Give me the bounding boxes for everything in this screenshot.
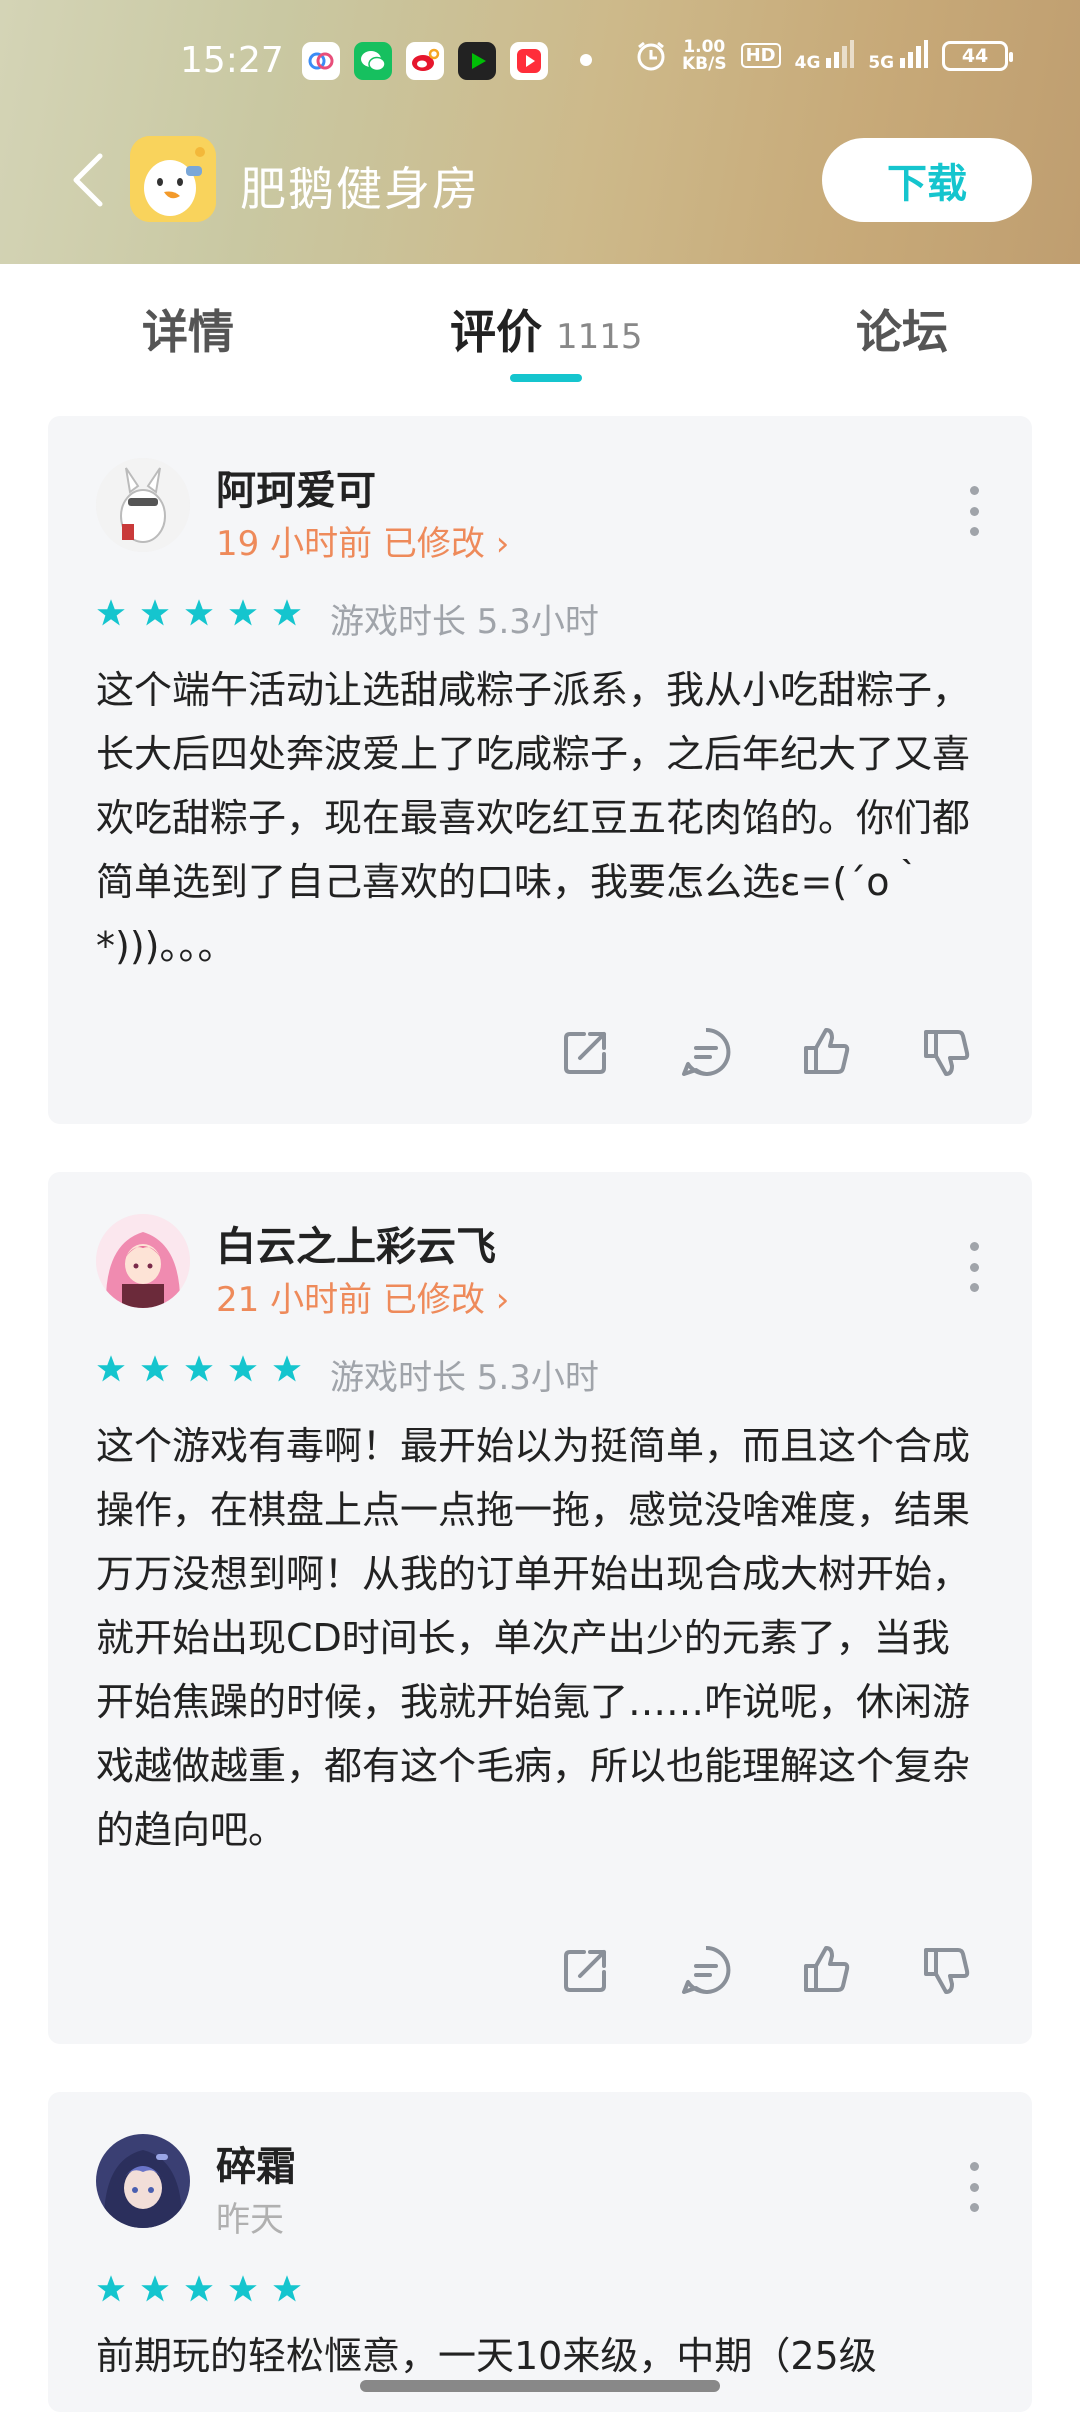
download-button[interactable]: 下载 — [822, 138, 1032, 222]
review-actions — [558, 1942, 974, 1998]
signal-4g: 4G — [795, 38, 855, 73]
review-username[interactable]: 白云之上彩云飞 — [216, 1214, 496, 1272]
tab-reviews-label: 评价 — [450, 305, 542, 359]
avatar[interactable] — [96, 458, 190, 552]
net4g-label: 4G — [794, 53, 821, 73]
review-card: 碎霜 昨天 前期玩的轻松惬意，一天10来级，中期（25级 — [48, 2092, 1032, 2412]
review-card: 阿珂爱可 19 小时前 已修改 › 游戏时长 5.3小时 这个端午活动让选甜咸粽… — [48, 416, 1032, 1124]
star-icon — [273, 599, 301, 626]
review-meta[interactable]: 19 小时前 已修改 › — [216, 516, 509, 565]
back-arrow-icon[interactable] — [64, 150, 112, 210]
wechat-icon — [354, 42, 392, 80]
speed-value: 1.00 — [683, 36, 726, 57]
review-time: 昨天 — [216, 2200, 284, 2240]
more-options-icon[interactable] — [968, 2162, 980, 2212]
more-notifications-dot — [580, 54, 592, 66]
star-icon — [97, 1355, 125, 1382]
review-text[interactable]: 前期玩的轻松惬意，一天10来级，中期（25级 — [96, 2324, 986, 2388]
review-time: 21 小时前 — [216, 1280, 373, 1320]
tab-reviews[interactable]: 评价 1115 — [450, 296, 643, 362]
star-icon — [229, 1355, 257, 1382]
star-icon — [273, 1355, 301, 1382]
more-options-icon[interactable] — [968, 486, 980, 536]
video-app-icon — [510, 42, 548, 80]
star-icon — [185, 2275, 213, 2302]
edited-label: 已修改 — [382, 524, 485, 564]
network-speed: 1.00 KB/S — [682, 36, 727, 74]
star-icon — [185, 599, 213, 626]
star-icon — [141, 1355, 169, 1382]
signal-bars-icon — [900, 40, 929, 68]
review-text[interactable]: 这个游戏有毒啊！最开始以为挺简单，而且这个合成操作，在棋盘上点一点拖一拖，感觉没… — [96, 1414, 986, 1862]
avatar[interactable] — [96, 1214, 190, 1308]
notification-icons — [302, 42, 548, 80]
thumbs-up-icon[interactable] — [798, 1024, 854, 1080]
iqiyi-icon — [458, 42, 496, 80]
more-options-icon[interactable] — [968, 1242, 980, 1292]
review-count: 1115 — [556, 317, 643, 357]
share-icon[interactable] — [558, 1024, 614, 1080]
tab-details[interactable]: 详情 — [142, 296, 234, 362]
review-time: 19 小时前 — [216, 524, 373, 564]
review-username[interactable]: 碎霜 — [216, 2134, 296, 2192]
star-icon — [185, 1355, 213, 1382]
edited-label: 已修改 — [382, 1280, 485, 1320]
playtime: 游戏时长 5.3小时 — [330, 602, 599, 642]
avatar[interactable] — [96, 2134, 190, 2228]
status-bar: 15:27 1.00 KB/S HD 4G 5G 44 — [0, 0, 1080, 120]
comment-icon[interactable] — [678, 1024, 734, 1080]
chevron-right-icon: › — [495, 524, 510, 564]
rating-stars — [96, 2274, 302, 2304]
signal-bars-icon — [826, 40, 855, 68]
review-username[interactable]: 阿珂爱可 — [216, 458, 376, 516]
tab-bar: 详情 评价 1115 论坛 — [0, 264, 1080, 394]
star-icon — [97, 599, 125, 626]
battery-indicator: 44 — [942, 40, 1014, 71]
signal-5g: 5G — [868, 38, 929, 73]
app-icon-goose — [130, 136, 216, 222]
app-header: 15:27 1.00 KB/S HD 4G 5G 44 肥鹅健身房 下载 — [0, 0, 1080, 264]
app-title: 肥鹅健身房 — [240, 162, 480, 216]
net5g-label: 5G — [868, 53, 895, 73]
status-indicators: 1.00 KB/S HD 4G 5G 44 — [634, 36, 1014, 74]
hd-badge: HD — [740, 43, 781, 68]
star-icon — [229, 599, 257, 626]
review-actions — [558, 1024, 974, 1080]
review-text[interactable]: 这个端午活动让选甜咸粽子派系，我从小吃甜粽子，长大后四处奔波爱上了吃咸粽子，之后… — [96, 658, 986, 978]
star-icon — [141, 2275, 169, 2302]
star-icon — [141, 599, 169, 626]
star-icon — [273, 2275, 301, 2302]
review-meta: 昨天 — [216, 2192, 284, 2241]
thumbs-up-icon[interactable] — [798, 1942, 854, 1998]
review-meta[interactable]: 21 小时前 已修改 › — [216, 1272, 509, 1321]
thumbs-down-icon[interactable] — [918, 1024, 974, 1080]
baidu-netdisk-icon — [302, 42, 340, 80]
speed-unit: KB/S — [682, 53, 727, 74]
chevron-right-icon: › — [495, 1280, 510, 1320]
status-time: 15:27 — [180, 40, 284, 81]
rating-stars — [96, 1354, 302, 1384]
weibo-icon — [406, 42, 444, 80]
comment-icon[interactable] — [678, 1942, 734, 1998]
share-icon[interactable] — [558, 1942, 614, 1998]
rating-stars — [96, 598, 302, 628]
thumbs-down-icon[interactable] — [918, 1942, 974, 1998]
tab-forum[interactable]: 论坛 — [856, 296, 948, 362]
star-icon — [229, 2275, 257, 2302]
star-icon — [97, 2275, 125, 2302]
playtime: 游戏时长 5.3小时 — [330, 1358, 599, 1398]
alarm-icon — [637, 41, 665, 70]
active-tab-indicator — [510, 374, 582, 382]
home-indicator[interactable] — [360, 2380, 720, 2392]
review-card: 白云之上彩云飞 21 小时前 已修改 › 游戏时长 5.3小时 这个游戏有毒啊！… — [48, 1172, 1032, 2044]
